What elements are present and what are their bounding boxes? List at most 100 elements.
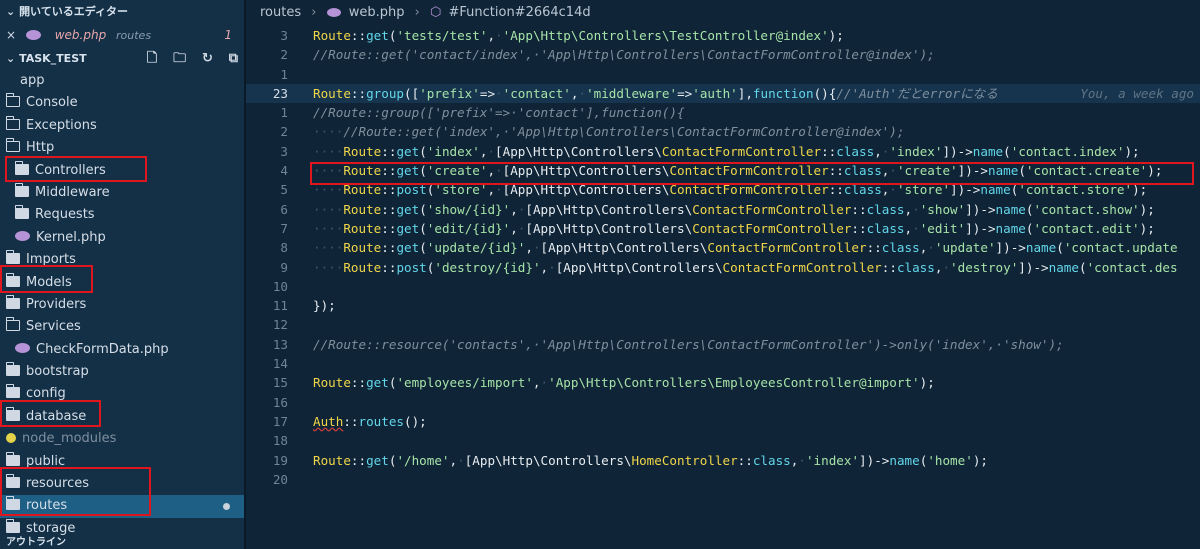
tree-item-label: bootstrap — [26, 364, 89, 380]
code-line[interactable]: 3 ····Route::get('index',·[App\Http\Contr… — [246, 142, 1200, 161]
line-number: 3 — [280, 143, 288, 159]
tree-item[interactable]: Controllers — [0, 160, 244, 182]
code-token: · — [495, 28, 503, 43]
tree-item[interactable]: Http — [0, 137, 244, 159]
open-editors-header[interactable]: ⌄ 開いているエディター — [0, 0, 244, 24]
code-token: ( — [419, 201, 427, 217]
code-line[interactable]: 18 — [246, 431, 1200, 450]
code-line[interactable]: 9 ····Route::post('destroy/{id}',·[App\Ht… — [246, 258, 1200, 277]
code-line[interactable]: 15 Route::get('employees/import',·'App\Ht… — [246, 373, 1200, 392]
collapse-all-icon[interactable]: ⧉ — [229, 48, 238, 70]
git-blame-annotation: You, a week ago — [1080, 85, 1194, 101]
tree-item[interactable]: config — [0, 383, 244, 405]
code-line[interactable]: 20 — [246, 470, 1200, 489]
code-line[interactable]: 4 ····Route::get('create',·[App\Http\Cont… — [246, 161, 1200, 180]
tree-item-label: public — [26, 453, 66, 469]
tree-item[interactable]: Kernel.php — [0, 227, 244, 249]
code-line[interactable]: 13 //Route::resource('contacts',·'App\Htt… — [246, 335, 1200, 354]
tree-item-label: node_modules — [22, 431, 117, 447]
new-file-icon[interactable]: 🗋 — [147, 48, 157, 70]
open-editor-item[interactable]: × web.php routes 1 — [0, 24, 244, 46]
outline-header[interactable]: アウトライン — [0, 536, 66, 549]
breadcrumb-file[interactable]: web.php — [349, 5, 405, 20]
line-number: 8 — [280, 240, 288, 256]
line-number: 3 — [280, 28, 288, 43]
tree-item-label: resources — [26, 476, 90, 492]
breadcrumb-symbol[interactable]: #Function#2664c14d — [449, 5, 591, 20]
chevron-right-icon: › — [311, 5, 317, 20]
code-line[interactable]: 17 Auth::routes(); — [246, 412, 1200, 431]
code-token: get — [366, 452, 389, 468]
code-line[interactable]: 6 ····Route::get('show/{id}',·[App\Http\C… — [246, 200, 1200, 219]
code-token: name — [987, 163, 1019, 179]
code-token: name — [1025, 240, 1057, 256]
code-line[interactable]: 2 ····//Route::get('index',·'App\Http\Con… — [246, 122, 1200, 141]
tree-item-label: Exceptions — [26, 117, 97, 133]
tree-item[interactable]: Providers — [0, 294, 244, 316]
code-text: //Route::group(['prefix'=>·'contact'],fu… — [313, 103, 685, 122]
code-token: (){ — [813, 85, 837, 101]
code-token: 'contact.show' — [1033, 201, 1140, 217]
folder-icon — [5, 272, 20, 287]
code-line[interactable]: 2 //Route::get('contact/index',·'App\Http… — [246, 45, 1200, 64]
tree-item[interactable]: routes — [0, 495, 244, 518]
tree-item[interactable]: Requests — [0, 204, 244, 226]
new-folder-icon[interactable]: 🗀 — [173, 48, 186, 70]
code-token: ); — [1139, 220, 1155, 236]
code-token: 'contact.store' — [1018, 182, 1133, 198]
code-token: ( — [1018, 163, 1026, 179]
code-line[interactable]: 10 — [246, 277, 1200, 296]
code-token: Route — [343, 163, 382, 179]
folder-icon — [5, 362, 20, 377]
code-line[interactable]: 8 ····Route::get('update/{id}',·[App\Http… — [246, 238, 1200, 257]
code-line[interactable]: 1 — [246, 65, 1200, 84]
tree-item[interactable]: CheckFormData.php — [0, 339, 244, 361]
code-text: Route::get('employees/import',·'App\Http… — [313, 373, 935, 392]
line-number: 2 — [280, 47, 288, 63]
tree-item[interactable]: Exceptions — [0, 115, 244, 137]
code-token: ···· — [313, 220, 344, 236]
code-token: ])-> — [965, 201, 996, 217]
code-line[interactable]: 3 Route::get('tests/test',·'App\Http\Cont… — [246, 26, 1200, 45]
tree-item[interactable]: public — [0, 451, 244, 473]
code-line[interactable]: 7 ····Route::get('edit/{id}',·[App\Http\C… — [246, 219, 1200, 238]
code-line[interactable]: 19 Route::get('/home',·[App\Http\Controll… — [246, 451, 1200, 470]
code-line[interactable]: 23 Route::group(['prefix'=>·'contact',·'m… — [246, 83, 1200, 104]
close-icon[interactable]: × — [6, 28, 16, 42]
tree-item[interactable]: Middleware — [0, 182, 244, 204]
code-editor[interactable]: routes › web.php › ⬡ #Function#2664c14d … — [246, 0, 1200, 549]
code-line[interactable]: 14 — [246, 354, 1200, 373]
code-token: , — [449, 452, 458, 468]
code-text: Route::group(['prefix'=>·'contact',·'mid… — [313, 84, 998, 103]
code-token: 'contact' — [502, 85, 571, 101]
code-token: 'index' — [805, 452, 860, 468]
tree-item[interactable]: Models — [0, 272, 244, 294]
code-token: :: — [381, 182, 397, 198]
code-line[interactable]: 16 — [246, 393, 1200, 412]
code-line[interactable]: 12 — [246, 315, 1200, 334]
line-number: 5 — [280, 182, 288, 198]
tree-item[interactable]: resources — [0, 473, 244, 495]
code-token: · — [578, 85, 587, 101]
code-line[interactable]: 5 ····Route::post('store',·[App\Http\Cont… — [246, 180, 1200, 199]
refresh-icon[interactable]: ↻ — [202, 48, 213, 70]
project-header[interactable]: ⌄ TASK_TEST 🗋 🗀 ↻ ⧉ — [0, 48, 244, 70]
code-token: :: — [821, 143, 837, 159]
tree-item[interactable]: app — [0, 70, 244, 92]
code-area[interactable]: 3 Route::get('tests/test',·'App\Http\Cont… — [246, 26, 1200, 549]
tree-item[interactable]: Console — [0, 92, 244, 114]
code-token: get — [366, 28, 389, 43]
line-number: 17 — [272, 413, 288, 429]
tree-item[interactable]: database — [0, 406, 244, 428]
tree-item[interactable]: bootstrap — [0, 361, 244, 383]
tree-item[interactable]: node_modules — [0, 428, 244, 450]
tree-item[interactable]: Services — [0, 316, 244, 338]
chevron-down-icon: ⌄ — [6, 5, 16, 18]
code-line[interactable]: 1 //Route::group(['prefix'=>·'contact'],f… — [246, 103, 1200, 122]
breadcrumb-folder[interactable]: routes — [260, 5, 301, 20]
code-token: ( — [419, 163, 427, 179]
code-line[interactable]: 11}); — [246, 296, 1200, 315]
tree-item[interactable]: Imports — [0, 249, 244, 271]
code-token: ])-> — [957, 163, 988, 179]
code-token: ])-> — [950, 182, 981, 198]
